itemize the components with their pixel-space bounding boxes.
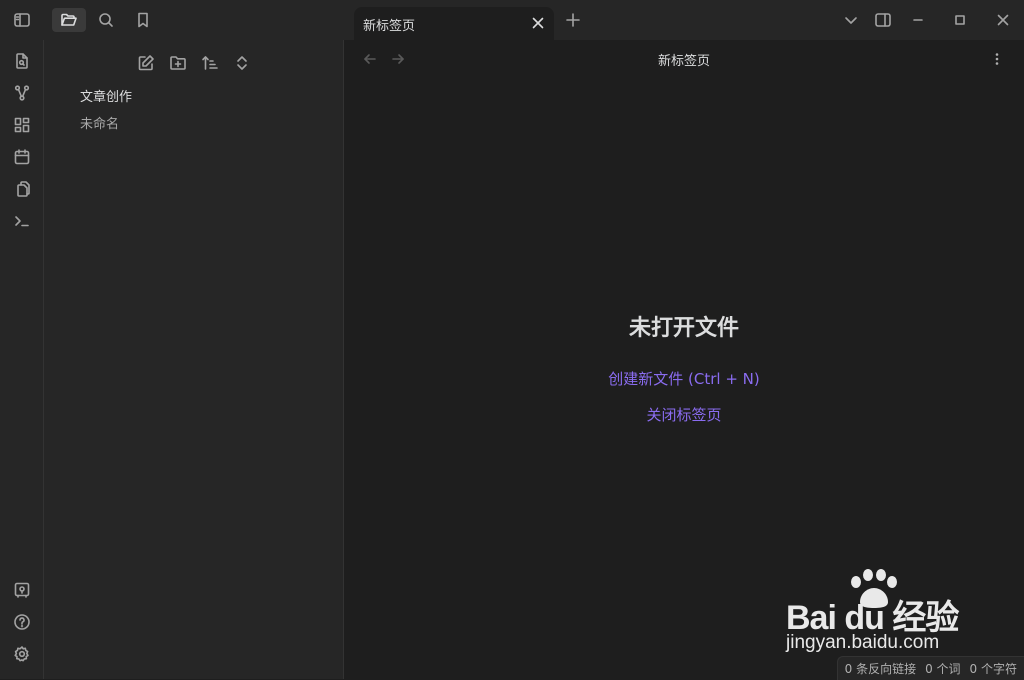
plus-icon bbox=[566, 13, 580, 27]
sort-button[interactable] bbox=[199, 52, 221, 74]
create-new-file-link[interactable]: 创建新文件 (Ctrl + N) bbox=[344, 368, 1024, 389]
search-icon bbox=[99, 13, 113, 27]
folder-open-icon bbox=[61, 13, 77, 26]
backlinks-count[interactable]: 0 条反向链接 bbox=[845, 660, 916, 677]
open-canvas-button[interactable] bbox=[11, 114, 33, 136]
window-close-button[interactable] bbox=[986, 8, 1020, 32]
folder-item[interactable]: 文章创作 bbox=[80, 86, 132, 105]
open-vault-button[interactable] bbox=[11, 579, 33, 601]
files-view-button[interactable] bbox=[52, 8, 86, 32]
graph-icon bbox=[14, 85, 30, 101]
maximize-button[interactable] bbox=[943, 8, 977, 32]
vault-icon bbox=[14, 582, 30, 598]
bookmark-icon bbox=[138, 12, 148, 28]
open-graph-view-button[interactable] bbox=[11, 82, 33, 104]
new-folder-button[interactable] bbox=[167, 52, 189, 74]
close-icon bbox=[997, 14, 1009, 26]
file-explorer: 文章创作 未命名 bbox=[44, 40, 344, 679]
gear-icon bbox=[14, 646, 29, 662]
terminal-icon bbox=[15, 216, 29, 227]
files-icon bbox=[17, 181, 30, 197]
title-bar: 新标签页 bbox=[0, 0, 1024, 40]
watermark: Bai du 经验 jingyan.baidu.com bbox=[786, 568, 1024, 658]
chevrons-up-down-icon bbox=[237, 56, 247, 70]
status-bar: 0 条反向链接 0 个词 0 个字符 bbox=[836, 656, 1024, 680]
insert-template-button[interactable] bbox=[11, 178, 33, 200]
character-count: 0 个字符 bbox=[969, 662, 1017, 676]
view-header-title: 新标签页 bbox=[657, 54, 710, 69]
open-command-palette-button[interactable] bbox=[11, 210, 33, 232]
maximize-icon bbox=[955, 15, 965, 25]
minimize-icon bbox=[913, 19, 923, 21]
sidebar-left-icon bbox=[14, 13, 30, 27]
folder-plus-icon bbox=[170, 56, 186, 70]
search-button[interactable] bbox=[89, 8, 123, 32]
chevron-down-icon bbox=[845, 17, 857, 24]
minimize-button[interactable] bbox=[901, 8, 935, 32]
tab-list-button[interactable] bbox=[834, 8, 868, 32]
new-note-button[interactable] bbox=[135, 52, 157, 74]
bookmarks-button[interactable] bbox=[126, 8, 160, 32]
new-tab-button[interactable] bbox=[556, 8, 590, 32]
help-button[interactable] bbox=[11, 611, 33, 633]
edit-icon bbox=[138, 55, 154, 71]
close-tab-link[interactable]: 关闭标签页 bbox=[344, 404, 1024, 425]
ribbon bbox=[0, 40, 44, 679]
sort-ascending-icon bbox=[202, 56, 218, 70]
toggle-right-sidebar-button[interactable] bbox=[866, 8, 900, 32]
collapse-all-button[interactable] bbox=[231, 52, 253, 74]
empty-state-title: 未打开文件 bbox=[628, 316, 739, 341]
layout-dashboard-icon bbox=[14, 117, 30, 133]
tab-new-tab[interactable]: 新标签页 bbox=[354, 7, 554, 40]
sidebar-right-icon bbox=[875, 13, 891, 27]
open-daily-note-button[interactable] bbox=[11, 146, 33, 168]
toggle-sidebar-button[interactable] bbox=[5, 8, 39, 32]
settings-button[interactable] bbox=[11, 643, 33, 665]
file-item[interactable]: 未命名 bbox=[80, 113, 119, 132]
word-count: 0 个词 bbox=[925, 662, 961, 676]
help-circle-icon bbox=[14, 614, 30, 630]
open-quick-switcher-button[interactable] bbox=[11, 50, 33, 72]
tab-label: 新标签页 bbox=[363, 19, 416, 34]
more-options-icon[interactable] bbox=[989, 51, 1005, 67]
file-search-icon bbox=[16, 53, 28, 69]
watermark-url: jingyan.baidu.com bbox=[786, 632, 940, 653]
close-icon[interactable] bbox=[530, 15, 546, 31]
calendar-icon bbox=[14, 149, 30, 165]
